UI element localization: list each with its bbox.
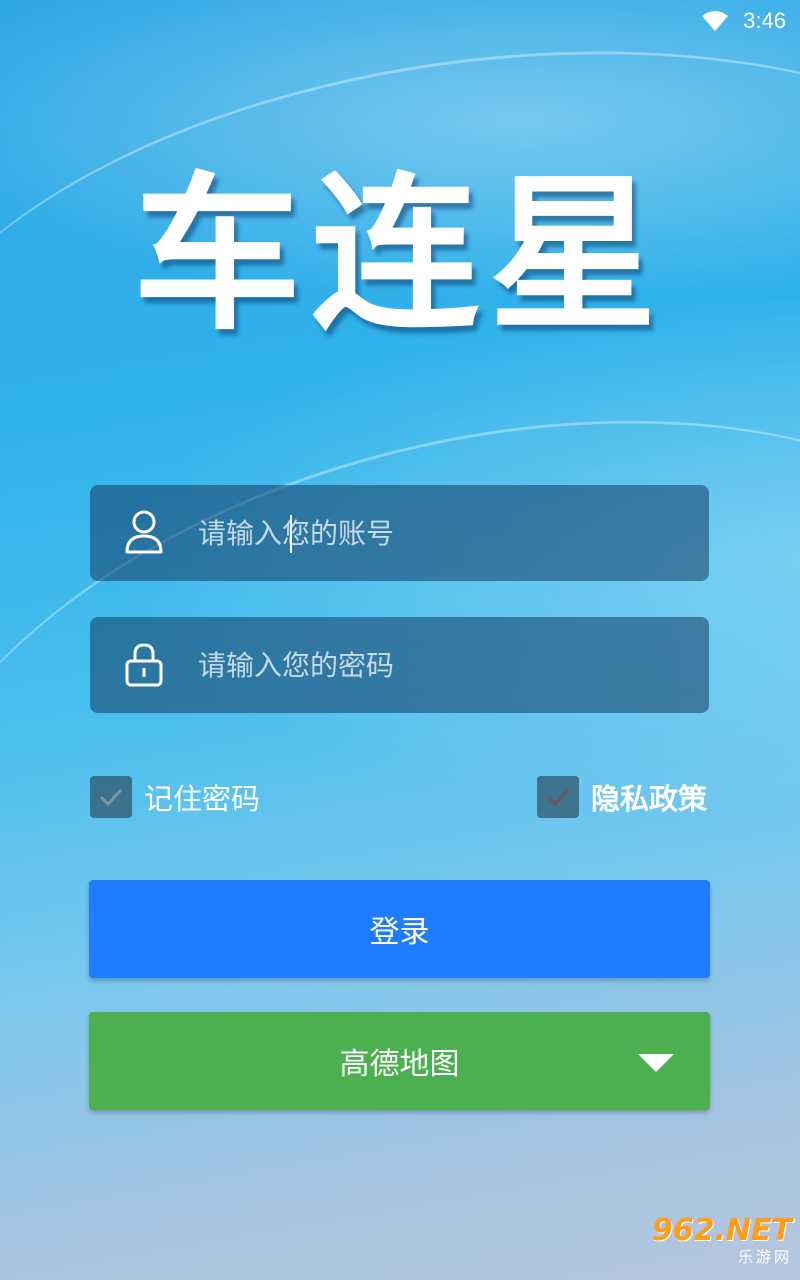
privacy-policy-option[interactable]: 隐私政策 [537,776,707,818]
password-field[interactable] [90,617,709,713]
remember-password-checkbox[interactable] [90,776,132,818]
remember-password-option[interactable]: 记住密码 [90,776,260,818]
remember-password-label: 记住密码 [144,782,261,816]
user-icon [125,510,163,554]
account-input[interactable] [198,503,678,563]
login-button[interactable]: 登录 [89,880,710,978]
map-provider-dropdown[interactable]: 高德地图 [89,1012,710,1110]
login-button-label: 登录 [369,915,430,950]
lock-icon [125,643,163,687]
login-screen: { "status_bar": { "time": "3:46", "wifi_… [0,0,800,1280]
watermark-subtitle: 乐游网 [737,1248,792,1266]
triangle-down-icon[interactable] [638,1054,674,1072]
checkmark-icon [546,788,570,807]
account-field[interactable] [90,485,709,581]
status-bar: 3:46 [0,0,800,44]
privacy-policy-link[interactable]: 隐私政策 [591,776,707,818]
status-time: 3:46 [743,8,786,33]
watermark-logo: 962.NET [651,1213,792,1248]
map-provider-label: 高德地图 [339,1047,460,1082]
privacy-policy-checkbox[interactable] [537,776,579,818]
password-input[interactable] [198,635,678,695]
site-watermark: 962.NET 乐游网 [642,1214,792,1274]
checkmark-icon [99,788,123,807]
wifi-icon [702,11,728,31]
app-logo: 车连星 [133,157,667,353]
